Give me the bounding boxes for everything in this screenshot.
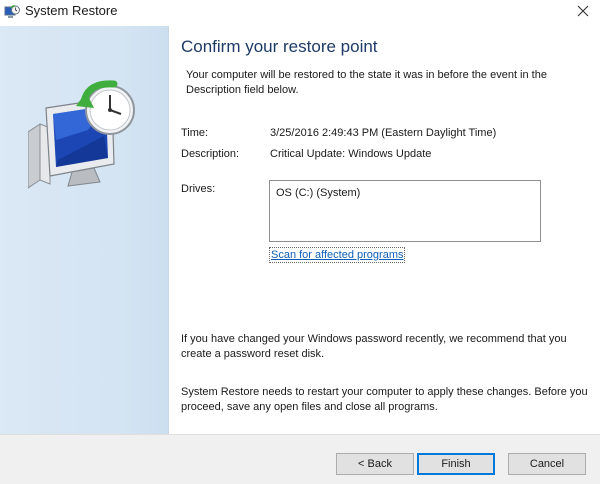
- button-bar: < Back Finish Cancel: [0, 434, 600, 484]
- description-label: Description:: [181, 148, 240, 160]
- system-restore-window: System Restore Confirm your restore poin…: [0, 0, 600, 484]
- close-button[interactable]: [566, 0, 600, 22]
- restart-note: System Restore needs to restart your com…: [181, 386, 588, 413]
- back-button[interactable]: < Back: [336, 453, 414, 475]
- left-panel: [0, 26, 168, 457]
- time-label: Time:: [181, 127, 209, 139]
- finish-button[interactable]: Finish: [417, 453, 495, 475]
- password-note: If you have changed your Windows passwor…: [181, 333, 567, 360]
- intro-text: Your computer will be restored to the st…: [186, 69, 547, 96]
- page-title: Confirm your restore point: [181, 37, 378, 56]
- title-bar: System Restore: [0, 0, 600, 24]
- system-restore-monitor-clock-icon: [27, 80, 140, 190]
- cancel-button[interactable]: Cancel: [508, 453, 586, 475]
- description-value: Critical Update: Windows Update: [270, 148, 432, 160]
- drives-list[interactable]: OS (C:) (System): [269, 180, 541, 242]
- drive-item[interactable]: OS (C:) (System): [276, 186, 360, 200]
- time-value: 3/25/2016 2:49:43 PM (Eastern Daylight T…: [270, 127, 497, 139]
- scan-affected-programs-link[interactable]: Scan for affected programs: [269, 247, 406, 263]
- close-icon: [577, 5, 589, 17]
- system-restore-icon: [4, 5, 20, 19]
- content-area: Confirm your restore point Your computer…: [169, 26, 600, 434]
- drives-label: Drives:: [181, 183, 216, 195]
- window-title: System Restore: [25, 3, 118, 18]
